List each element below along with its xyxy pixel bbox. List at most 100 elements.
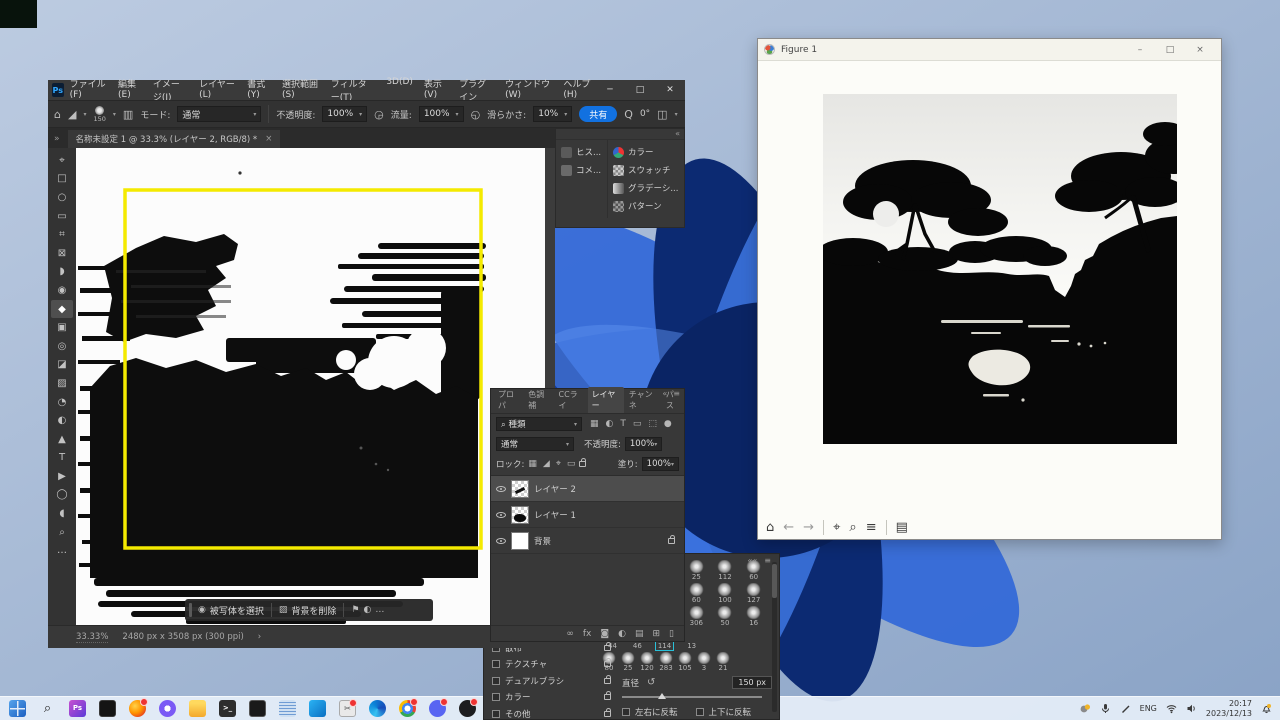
visibility-eye-icon[interactable]: [496, 485, 506, 492]
lock-icon[interactable]: [604, 658, 611, 667]
delete-layer-icon[interactable]: ▯: [669, 629, 674, 639]
filter-type-icon[interactable]: ●: [664, 419, 672, 429]
zoom-level[interactable]: 33.33%: [76, 632, 109, 643]
wifi-icon[interactable]: [1166, 703, 1177, 714]
layer-row-layer1[interactable]: レイヤー 1: [491, 502, 684, 528]
opacity-dropdown[interactable]: 100% ▾: [624, 437, 663, 451]
comments-panel-button[interactable]: コメ...: [558, 162, 605, 178]
lasso-tool[interactable]: ○: [51, 188, 73, 207]
file-explorer-icon[interactable]: [189, 700, 206, 717]
minimize-button[interactable]: ─: [595, 85, 625, 95]
chrome-icon[interactable]: [399, 698, 418, 717]
brush-preset[interactable]: 16: [741, 606, 766, 627]
drag-grip[interactable]: [189, 603, 192, 617]
lock-icon[interactable]: [604, 674, 611, 684]
flow-dropdown[interactable]: 100% ▾: [418, 106, 464, 122]
brush-preset[interactable]: 105: [678, 652, 692, 672]
layer-thumbnail[interactable]: [511, 505, 529, 524]
visibility-eye-icon[interactable]: [496, 511, 506, 518]
figure-titlebar[interactable]: Figure 1 – □ ×: [758, 39, 1221, 61]
path-selection-tool[interactable]: ▶: [51, 467, 73, 486]
filter-type-icon[interactable]: ⬚: [648, 419, 657, 429]
gradients-panel-button[interactable]: グラデーシ...: [610, 180, 682, 196]
layer-thumbnail[interactable]: [511, 479, 529, 498]
home-icon[interactable]: ⌂: [54, 108, 61, 121]
pan-icon[interactable]: ⌖: [833, 520, 840, 535]
brush-preset[interactable]: 25: [684, 560, 709, 581]
notification-bell-icon[interactable]: [1261, 703, 1272, 714]
opacity-dropdown[interactable]: 100% ▾: [322, 106, 368, 122]
brush-tool-icon[interactable]: ◢: [68, 108, 76, 121]
move-tool[interactable]: ⌖: [51, 151, 73, 170]
chevron-down-icon[interactable]: ▾: [113, 111, 116, 118]
notepad-icon[interactable]: [279, 700, 296, 717]
layer-row-background[interactable]: 背景: [491, 528, 684, 554]
history-panel-button[interactable]: ヒス...: [558, 144, 605, 160]
firefox-icon[interactable]: [129, 698, 148, 717]
patterns-panel-button[interactable]: パターン: [610, 198, 682, 214]
chevron-down-icon[interactable]: ▾: [83, 111, 86, 118]
filter-type-icon[interactable]: ◐: [606, 419, 614, 429]
eraser-tool[interactable]: ◪: [51, 356, 73, 375]
maximize-button[interactable]: □: [1155, 45, 1185, 55]
close-button[interactable]: ✕: [655, 85, 685, 95]
tab-close-icon[interactable]: ×: [265, 134, 272, 144]
close-button[interactable]: ×: [1185, 45, 1215, 55]
panel-tab[interactable]: パス: [662, 387, 684, 413]
layer-name[interactable]: 背景: [534, 535, 551, 547]
brush-settings-toggle-icon[interactable]: ▥: [123, 108, 133, 121]
layer-name[interactable]: レイヤー 1: [534, 509, 576, 521]
layer-mask-icon[interactable]: ◙: [600, 629, 609, 639]
layer-row-layer2[interactable]: レイヤー 2: [491, 476, 684, 502]
lock-icon[interactable]: [604, 691, 611, 700]
brush-preset[interactable]: 120: [640, 652, 654, 672]
eyedropper-tool[interactable]: ◗: [51, 263, 73, 282]
brush-angle-value[interactable]: 0°: [640, 109, 650, 119]
layer-group-icon[interactable]: ▤: [635, 629, 644, 639]
blur-tool[interactable]: ◔: [51, 393, 73, 412]
console-icon[interactable]: [249, 700, 266, 717]
flip-x-option[interactable]: 左右に反転: [622, 706, 678, 718]
new-layer-icon[interactable]: ⊞: [653, 629, 661, 639]
sep1[interactable]: [823, 520, 825, 535]
healing-brush-tool[interactable]: ◉: [51, 281, 73, 300]
panel-tab[interactable]: CCライ: [555, 387, 587, 413]
taskbar-clock[interactable]: 20:17 2023/12/13: [1206, 699, 1252, 719]
brush-preset[interactable]: 50: [713, 606, 738, 627]
brush-preset[interactable]: 3: [697, 652, 711, 672]
checkbox[interactable]: [492, 693, 500, 701]
subplots-icon[interactable]: ≡: [866, 520, 877, 535]
document-tab[interactable]: 名称未設定 1 @ 33.3% (レイヤー 2, RGB/8) * ×: [67, 130, 281, 148]
hand-tool[interactable]: ◖: [51, 504, 73, 523]
zoom-tool[interactable]: ⌕: [51, 523, 73, 542]
vscode-icon[interactable]: [309, 700, 326, 717]
flip-y-option[interactable]: 上下に反転: [695, 706, 751, 718]
marquee-tool[interactable]: □: [51, 170, 73, 189]
rotate-view-icon[interactable]: Q: [624, 108, 633, 121]
lock-option-icon[interactable]: ▦: [528, 459, 537, 469]
lock-icon[interactable]: [604, 707, 611, 717]
brush-option-row[interactable]: その他: [492, 707, 617, 720]
dodge-tool[interactable]: ◐: [51, 411, 73, 430]
brush-preset[interactable]: 127: [741, 583, 766, 604]
reset-icon[interactable]: ↺: [647, 677, 655, 688]
status-chevron-icon[interactable]: ›: [258, 632, 261, 642]
select-subject-button[interactable]: 被写体を選択: [210, 604, 264, 617]
layer-thumbnail[interactable]: [511, 531, 529, 550]
panel-tab[interactable]: プロパ: [494, 387, 523, 413]
checkbox[interactable]: [492, 660, 500, 668]
brush-preset[interactable]: 283: [659, 652, 673, 672]
airbrush-icon[interactable]: ◵: [471, 108, 481, 121]
tab-overflow-icon[interactable]: »: [48, 134, 68, 148]
maximize-button[interactable]: □: [625, 85, 655, 95]
pen-tool[interactable]: ▲: [51, 430, 73, 449]
pen-icon[interactable]: [1120, 703, 1131, 714]
diameter-input[interactable]: 150 px: [732, 676, 772, 689]
snipping-tool-icon[interactable]: ✂: [339, 699, 357, 717]
layer-filter-dropdown[interactable]: ⌕ 種類 ▾: [496, 417, 582, 431]
sep2[interactable]: [885, 520, 887, 535]
home-icon[interactable]: ⌂: [766, 520, 774, 535]
microphone-icon[interactable]: [1100, 703, 1111, 714]
clipchamp-icon[interactable]: [159, 700, 176, 717]
panel-tab[interactable]: レイヤー: [587, 387, 624, 413]
